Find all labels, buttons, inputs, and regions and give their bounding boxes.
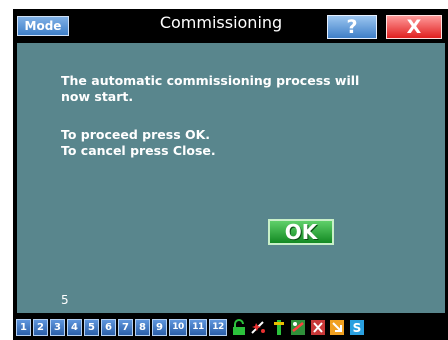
dialog-content: The automatic commissioning process will… [17,43,445,313]
channel-3-button[interactable]: 3 [50,319,65,336]
channel-12-button[interactable]: 12 [209,319,227,336]
help-button[interactable]: ? [327,15,377,39]
channel-2-button[interactable]: 2 [33,319,48,336]
channel-4-button[interactable]: 4 [67,319,82,336]
channel-5-button[interactable]: 5 [84,319,99,336]
sparkle-icon[interactable] [250,319,266,336]
close-button[interactable]: X [386,15,442,39]
channel-1-button[interactable]: 1 [16,319,31,336]
mode-button[interactable]: Mode [17,16,69,36]
channel-8-button[interactable]: 8 [135,319,150,336]
window-title: Commissioning [159,13,283,32]
svg-text:S: S [353,321,362,335]
channel-10-button[interactable]: 10 [169,319,187,336]
link-icon[interactable] [290,319,306,336]
connector-icon[interactable] [271,319,287,336]
taskbar: 1 2 3 4 5 6 7 8 9 10 11 12 S [13,315,448,340]
channel-7-button[interactable]: 7 [118,319,133,336]
s-icon[interactable]: S [349,319,365,336]
channel-11-button[interactable]: 11 [189,319,207,336]
counter-value: 5 [61,293,69,307]
message-proceed: To proceed press OK. [61,127,211,142]
arrow-icon[interactable] [329,319,345,336]
title-bar: Mode Commissioning ? X [13,9,448,42]
message-cancel: To cancel press Close. [61,143,216,158]
ok-button[interactable]: OK [268,219,334,245]
channel-6-button[interactable]: 6 [101,319,116,336]
lock-open-icon[interactable] [231,319,247,336]
channel-9-button[interactable]: 9 [152,319,167,336]
message-start: The automatic commissioning process will… [61,73,360,104]
commissioning-window: Mode Commissioning ? X The automatic com… [13,9,448,340]
disconnect-icon[interactable] [310,319,326,336]
